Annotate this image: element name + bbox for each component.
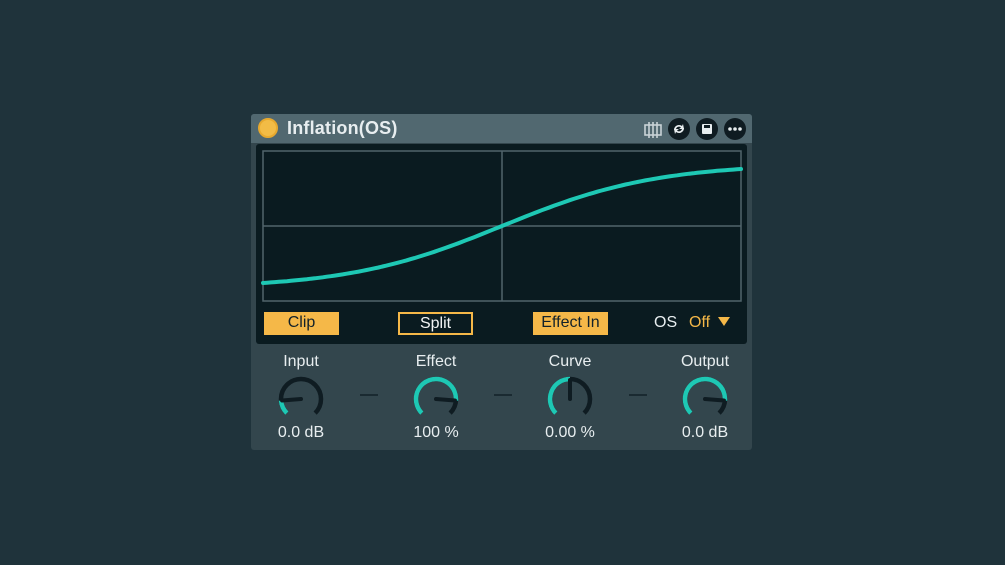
- input-knob[interactable]: [276, 375, 326, 423]
- knob-track: [278, 376, 324, 415]
- divider: [494, 394, 512, 396]
- effect-knob-group: Effect 100 %: [401, 352, 471, 442]
- input-knob-group: Input 0.0 dB: [266, 352, 336, 442]
- power-toggle[interactable]: [258, 118, 278, 138]
- effect-knob-value: 100 %: [413, 424, 459, 441]
- knob-pointer: [280, 397, 303, 403]
- knob-pointer: [703, 397, 726, 403]
- curve-knob-label: Curve: [548, 353, 592, 370]
- divider: [360, 394, 378, 396]
- knob-pointer: [434, 397, 457, 403]
- knob-value-arc: [682, 376, 728, 415]
- input-knob-label: Input: [283, 353, 319, 370]
- output-knob[interactable]: [680, 375, 730, 423]
- curve-knob-group: Curve 0.00 %: [535, 352, 605, 442]
- input-knob-value: 0.0 dB: [277, 424, 325, 441]
- output-knob-label: Output: [680, 353, 730, 370]
- swap-icon[interactable]: [668, 118, 690, 140]
- device-title: Inflation(OS): [287, 118, 398, 138]
- curve-knob[interactable]: [545, 375, 595, 423]
- os-label: OS: [654, 314, 678, 331]
- knob-value-arc: [547, 376, 571, 415]
- effect-knob-label: Effect: [415, 353, 457, 370]
- curve-knob-value: 0.00 %: [545, 424, 595, 441]
- effect-in-button[interactable]: Effect In: [533, 312, 608, 335]
- clip-button[interactable]: Clip: [264, 312, 339, 335]
- output-knob-group: Output 0.0 dB: [670, 352, 740, 442]
- save-icon[interactable]: [696, 118, 718, 140]
- divider: [629, 394, 647, 396]
- knob-value-arc: [413, 376, 459, 415]
- output-knob-value: 0.0 dB: [681, 424, 729, 441]
- more-icon[interactable]: [724, 118, 746, 140]
- inflation-device: Inflation(OS) Clip Split Effect In OS Of…: [251, 114, 752, 450]
- split-button[interactable]: Split: [398, 312, 473, 335]
- chevron-down-icon: [718, 317, 731, 326]
- effect-knob[interactable]: [411, 375, 461, 423]
- device-titlebar: Inflation(OS): [251, 114, 752, 143]
- os-dropdown-value: Off: [689, 314, 711, 331]
- tune-icon[interactable]: [642, 118, 664, 140]
- os-dropdown[interactable]: Off: [689, 314, 731, 332]
